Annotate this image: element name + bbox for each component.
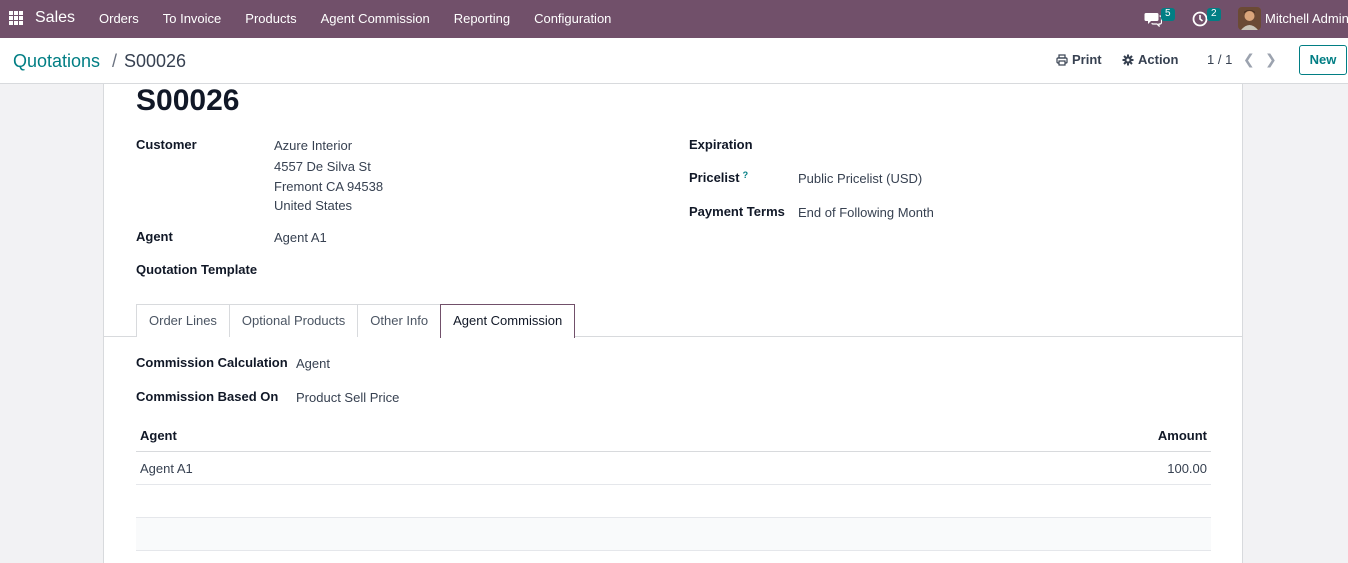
activities-count-badge: 2 [1207, 8, 1221, 21]
control-panel: Quotations / S00026 Print Action 1 / 1 ❮… [0, 38, 1348, 84]
record-title: S00026 [136, 84, 240, 117]
gear-icon [1122, 54, 1134, 65]
menu-item-to-invoice[interactable]: To Invoice [151, 0, 234, 38]
help-tooltip-icon[interactable]: ? [743, 170, 749, 180]
user-name[interactable]: Mitchell Admin [1265, 11, 1348, 26]
tab-order-lines[interactable]: Order Lines [136, 304, 230, 337]
notebook-tabs: Order Lines Optional Products Other Info… [136, 304, 576, 338]
agent-label: Agent [136, 229, 173, 244]
customer-city: Fremont CA 94538 [274, 179, 384, 194]
top-navbar: Sales Orders To Invoice Products Agent C… [0, 0, 1348, 38]
chevron-right-icon[interactable]: ❯ [1265, 51, 1277, 68]
customer-label: Customer [136, 137, 197, 152]
messages-icon[interactable] [1144, 11, 1162, 27]
table-row[interactable]: Agent A1 100.00 [136, 452, 1211, 485]
table-header: Agent Amount [136, 419, 1211, 452]
menu-item-configuration[interactable]: Configuration [522, 0, 623, 38]
user-avatar[interactable] [1238, 7, 1261, 30]
app-name[interactable]: Sales [35, 9, 75, 27]
main-menu: Orders To Invoice Products Agent Commiss… [87, 0, 623, 38]
breadcrumb-separator: / [112, 51, 118, 71]
pricelist-label: Pricelist? [689, 170, 748, 185]
form-sheet: S00026 Customer Azure Interior 4557 De S… [103, 84, 1243, 563]
tab-agent-commission[interactable]: Agent Commission [440, 304, 576, 338]
pricelist-label-text: Pricelist [689, 170, 740, 185]
chevron-left-icon[interactable]: ❮ [1243, 51, 1255, 68]
activity-clock-icon[interactable] [1192, 11, 1208, 27]
customer-name[interactable]: Azure Interior [274, 138, 352, 153]
expiration-label: Expiration [689, 137, 753, 152]
print-label: Print [1072, 52, 1102, 67]
payment-terms-label: Payment Terms [689, 204, 785, 219]
action-button[interactable]: Action [1122, 52, 1178, 67]
app-grid-icon[interactable] [9, 11, 23, 25]
table-cell-agent: Agent A1 [140, 461, 193, 476]
customer-street: 4557 De Silva St [274, 159, 371, 174]
agent-commission-table: Agent Amount Agent A1 100.00 [136, 419, 1211, 551]
customer-country: United States [274, 198, 353, 213]
table-cell-amount: 100.00 [1167, 461, 1207, 476]
menu-item-agent-commission[interactable]: Agent Commission [309, 0, 442, 38]
messages-count-badge: 5 [1161, 8, 1175, 21]
pager-value[interactable]: 1 / 1 [1207, 52, 1232, 67]
commission-calculation-field[interactable]: Agent [296, 356, 330, 371]
table-row-empty [136, 485, 1211, 518]
payment-terms-field[interactable]: End of Following Month [798, 205, 934, 220]
menu-item-reporting[interactable]: Reporting [442, 0, 522, 38]
tab-other-info[interactable]: Other Info [357, 304, 442, 337]
print-button[interactable]: Print [1056, 52, 1102, 67]
tab-optional-products[interactable]: Optional Products [228, 304, 359, 337]
action-label: Action [1138, 52, 1179, 67]
menu-item-orders[interactable]: Orders [87, 0, 151, 38]
commission-based-on-field[interactable]: Product Sell Price [296, 390, 399, 405]
agent-field[interactable]: Agent A1 [274, 230, 327, 245]
commission-based-on-label: Commission Based On [136, 389, 279, 404]
quotation-template-label: Quotation Template [136, 262, 258, 277]
pricelist-field[interactable]: Public Pricelist (USD) [798, 171, 922, 186]
column-header-amount[interactable]: Amount [1158, 428, 1207, 443]
menu-item-products[interactable]: Products [233, 0, 308, 38]
breadcrumb-quotations[interactable]: Quotations [13, 51, 100, 72]
commission-calculation-label: Commission Calculation [136, 355, 288, 370]
breadcrumb-current: S00026 [124, 51, 187, 71]
new-button[interactable]: New [1299, 45, 1347, 75]
column-header-agent[interactable]: Agent [140, 428, 177, 443]
table-row-empty [136, 518, 1211, 551]
printer-icon [1056, 53, 1068, 66]
